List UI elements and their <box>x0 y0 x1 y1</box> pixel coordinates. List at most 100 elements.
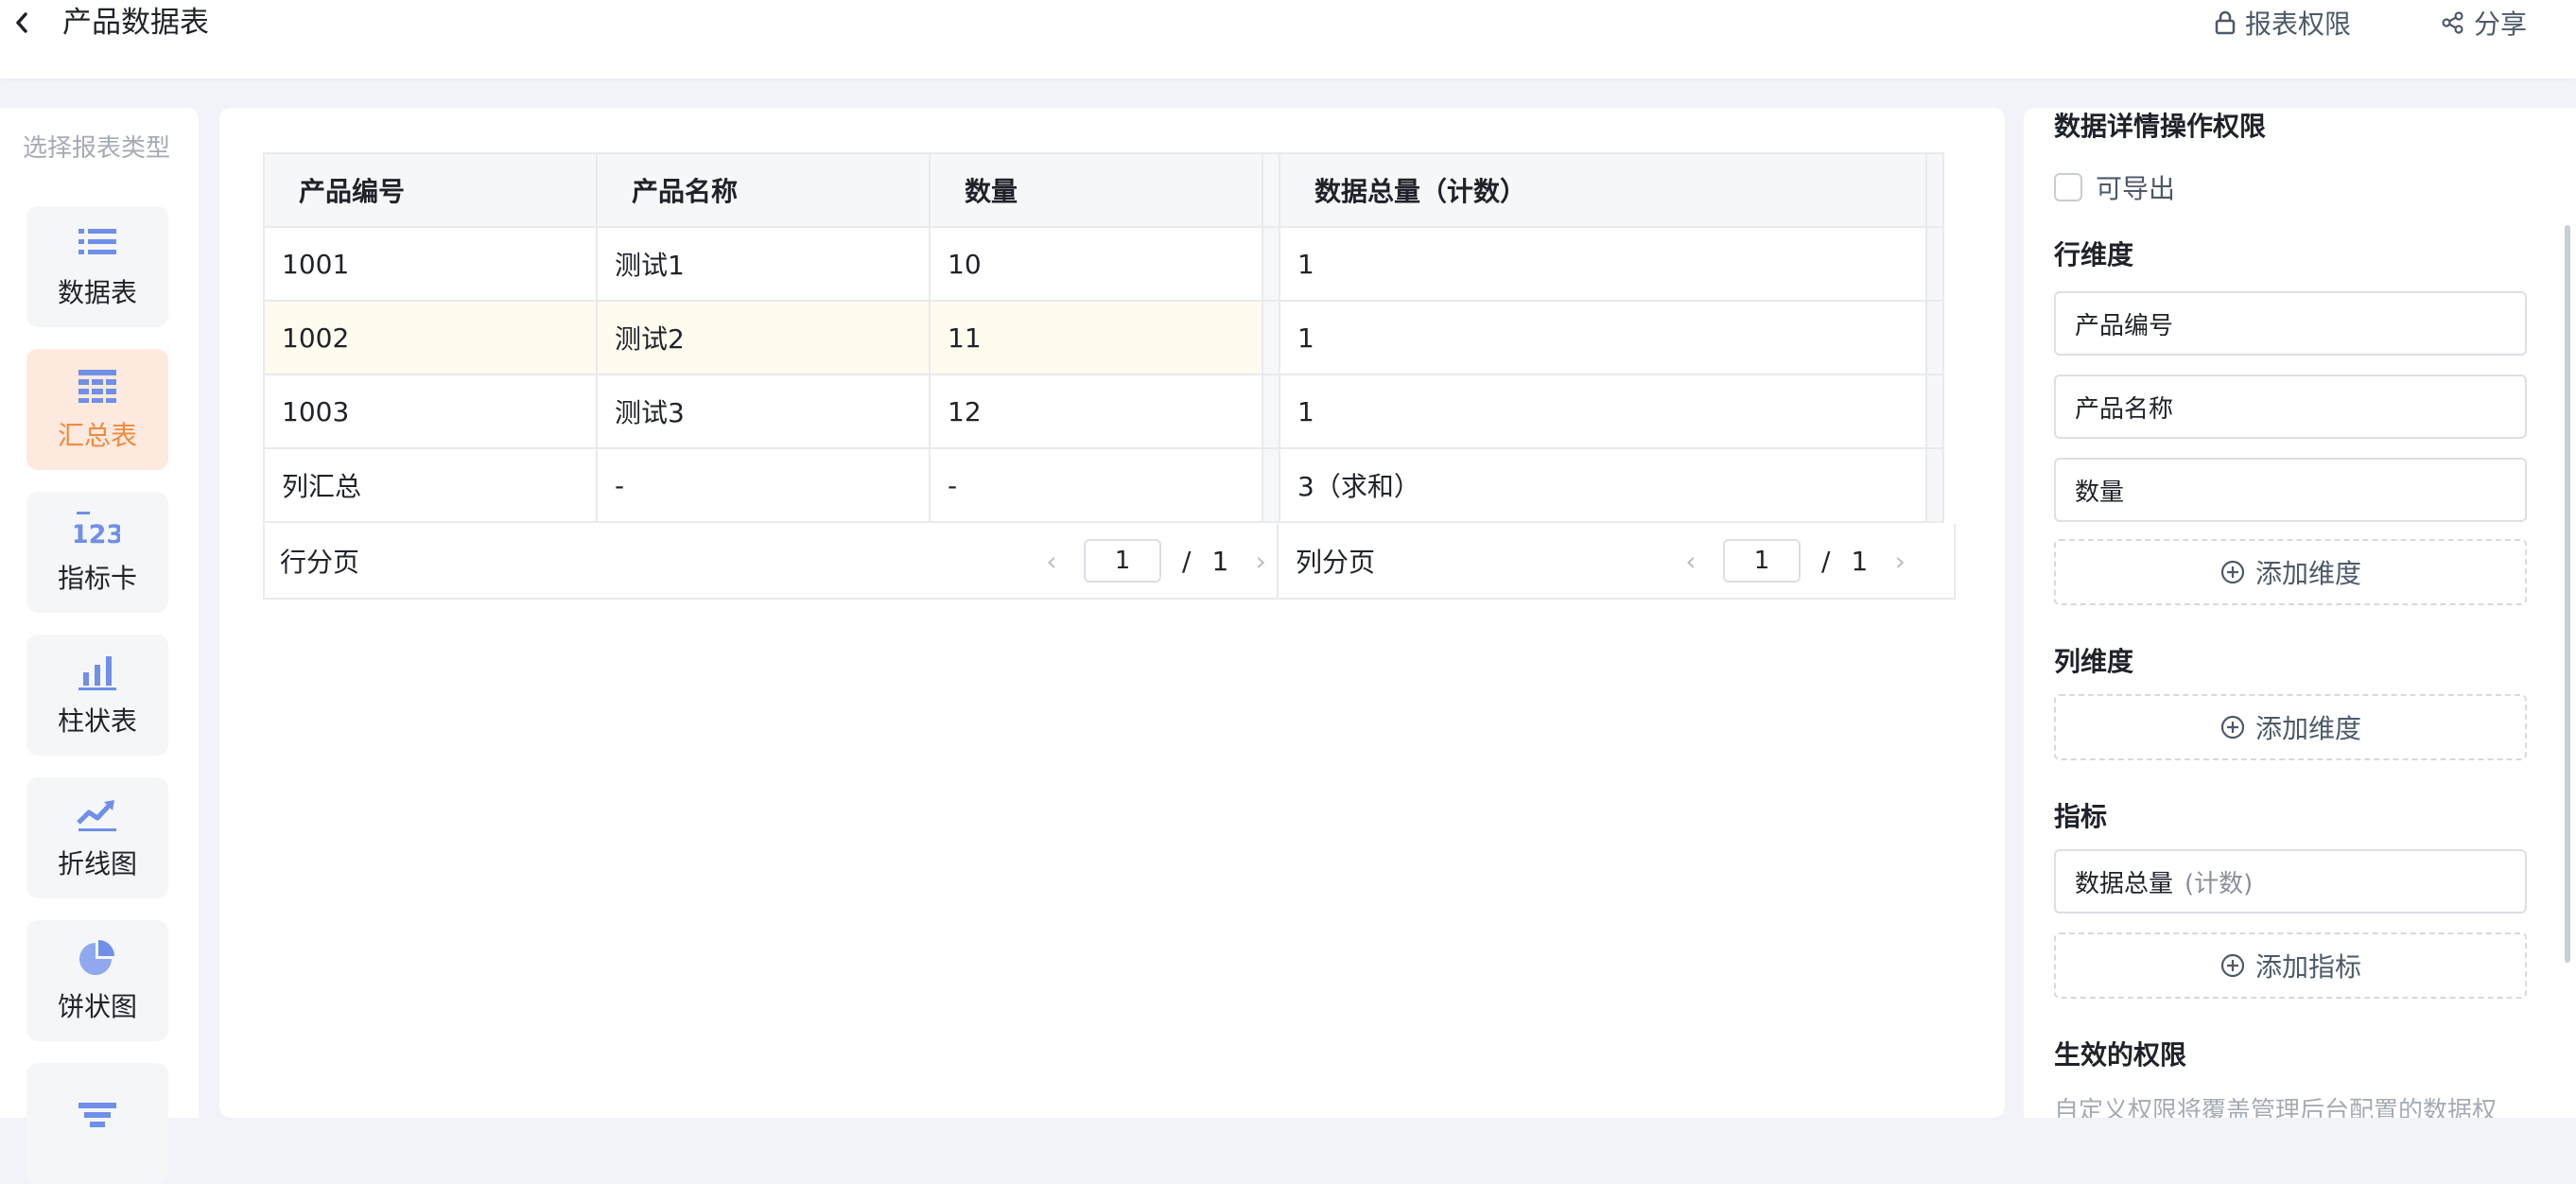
column-pagination: 列分页 ‹ / 1 › <box>1279 524 1954 598</box>
type-label: 饼状图 <box>57 991 137 1022</box>
type-item-funnel-chart[interactable] <box>26 1063 168 1184</box>
type-item-summary-table[interactable]: 汇总表 <box>26 349 168 470</box>
page-title: 产品数据表 <box>62 6 209 40</box>
table-row[interactable]: 1002 测试2 11 1 <box>263 300 1944 375</box>
pagination-bar: 行分页 ‹ / 1 › 列分页 ‹ / 1 › <box>263 524 1956 600</box>
column-divider <box>1262 300 1280 375</box>
grid-table-icon <box>78 370 116 403</box>
checkbox-box[interactable] <box>2054 173 2082 201</box>
metric-field[interactable]: 数据总量 (计数) <box>2054 849 2527 914</box>
report-permission-label: 报表权限 <box>2245 9 2352 40</box>
column-pagination-label: 列分页 <box>1296 547 1376 578</box>
column-header[interactable]: 数据总量（计数） <box>1279 152 1927 228</box>
row-dimension-title: 行维度 <box>2054 239 2134 270</box>
report-type-panel: 选择报表类型 数据表 汇总表 123 指标卡 柱状表 折线图 饼状图 <box>0 108 199 1184</box>
row-pagination-label: 行分页 <box>280 547 360 578</box>
next-page-icon[interactable]: › <box>1249 546 1272 577</box>
next-page-icon[interactable]: › <box>1888 546 1911 577</box>
settings-scrollbar[interactable] <box>2565 225 2570 963</box>
share-icon <box>2442 11 2463 34</box>
table-cell: - <box>596 447 931 523</box>
exportable-label: 可导出 <box>2096 173 2176 204</box>
report-type-title: 选择报表类型 <box>23 134 171 163</box>
table-cell: 3（求和） <box>1279 447 1927 523</box>
list-icon <box>78 229 116 254</box>
type-label: 折线图 <box>57 848 137 879</box>
table-cell: 10 <box>929 226 1263 302</box>
add-dimension-label: 添加维度 <box>2254 558 2361 589</box>
column-divider <box>1262 374 1280 449</box>
number-card-icon: 123 <box>75 512 120 548</box>
column-header[interactable]: 产品编号 <box>263 152 598 228</box>
type-label: 指标卡 <box>57 563 137 594</box>
type-label: 汇总表 <box>57 420 137 451</box>
exportable-checkbox[interactable]: 可导出 <box>2054 168 2175 206</box>
row-dimension-field[interactable]: 产品名称 <box>2054 374 2527 439</box>
type-item-metric-card[interactable]: 123 指标卡 <box>26 492 168 613</box>
table-cell: 1 <box>1279 374 1927 449</box>
column-header[interactable]: 数量 <box>929 152 1263 228</box>
line-chart-icon <box>77 800 116 831</box>
pivot-table-wrapper: 产品编号 产品名称 数量 数据总量（计数） 1001 测试1 10 1 1002… <box>263 152 1944 523</box>
table-cell: 1 <box>1279 226 1927 302</box>
row-total-pages: 1 <box>1211 545 1229 577</box>
pie-chart-icon <box>79 940 114 975</box>
column-divider <box>1925 300 1944 375</box>
column-page-input[interactable] <box>1723 539 1801 583</box>
page-separator: / <box>1821 545 1831 577</box>
row-dimension-field[interactable]: 数量 <box>2054 458 2527 522</box>
report-canvas: 产品编号 产品名称 数量 数据总量（计数） 1001 测试1 10 1 1002… <box>219 108 2005 1118</box>
table-row[interactable]: 1003 测试3 12 1 <box>263 374 1944 449</box>
effective-permission-title: 生效的权限 <box>2054 1039 2187 1071</box>
type-label: 数据表 <box>57 277 137 308</box>
share-button[interactable]: 分享 <box>2440 2 2527 44</box>
chevron-left-icon <box>16 12 27 33</box>
plus-circle-icon <box>2220 715 2245 740</box>
back-button[interactable] <box>6 4 38 42</box>
column-divider <box>1262 447 1280 523</box>
add-row-dimension-button[interactable]: 添加维度 <box>2054 539 2527 605</box>
funnel-icon <box>78 1103 116 1127</box>
table-cell: 11 <box>929 300 1263 375</box>
settings-panel: 数据详情操作权限 可导出 行维度 产品编号 产品名称 数量 添加维度 列维度 添… <box>2024 108 2576 1118</box>
column-divider <box>1925 374 1944 449</box>
column-divider <box>1925 152 1944 228</box>
share-label: 分享 <box>2474 9 2528 40</box>
lock-icon <box>2215 10 2236 35</box>
table-cell: 1 <box>1279 300 1927 375</box>
row-pagination: 行分页 ‹ / 1 › <box>265 524 1279 598</box>
plus-circle-icon <box>2220 560 2245 584</box>
metric-name: 数据总量 <box>2075 869 2174 898</box>
type-item-pie-chart[interactable]: 饼状图 <box>26 920 168 1041</box>
row-pager-controls: ‹ / 1 › <box>1040 539 1272 583</box>
type-item-line-chart[interactable]: 折线图 <box>26 777 168 898</box>
table-row[interactable]: 1001 测试1 10 1 <box>263 226 1944 302</box>
column-header[interactable]: 产品名称 <box>596 152 931 228</box>
add-metric-button[interactable]: 添加指标 <box>2054 932 2527 999</box>
type-item-data-table[interactable]: 数据表 <box>26 206 168 327</box>
pivot-table: 产品编号 产品名称 数量 数据总量（计数） 1001 测试1 10 1 1002… <box>263 152 1944 523</box>
plus-circle-icon <box>2220 953 2245 978</box>
bar-chart-icon <box>78 656 116 690</box>
column-divider <box>1925 226 1944 302</box>
table-cell: 1003 <box>263 374 598 449</box>
add-dimension-label: 添加维度 <box>2254 713 2361 744</box>
type-item-bar-chart[interactable]: 柱状表 <box>26 635 168 756</box>
effective-permission-description: 自定义权限将覆盖管理后台配置的数据权 <box>2054 1097 2498 1118</box>
type-label: 柱状表 <box>57 705 137 737</box>
top-header: 产品数据表 报表权限 分享 <box>0 0 2576 78</box>
metric-title: 指标 <box>2054 801 2108 832</box>
row-page-input[interactable] <box>1084 539 1161 583</box>
report-permission-button[interactable]: 报表权限 <box>2213 2 2351 44</box>
add-column-dimension-button[interactable]: 添加维度 <box>2054 694 2527 760</box>
page-separator: / <box>1182 545 1192 577</box>
add-metric-label: 添加指标 <box>2254 951 2361 983</box>
prev-page-icon[interactable]: ‹ <box>1040 546 1063 577</box>
row-dimension-field[interactable]: 产品编号 <box>2054 291 2527 356</box>
column-dimension-title: 列维度 <box>2054 646 2134 677</box>
table-cell: - <box>929 447 1263 523</box>
prev-page-icon[interactable]: ‹ <box>1680 546 1702 577</box>
detail-permission-title: 数据详情操作权限 <box>2054 111 2267 142</box>
column-total-pages: 1 <box>1851 545 1869 577</box>
table-cell: 测试3 <box>596 374 931 449</box>
